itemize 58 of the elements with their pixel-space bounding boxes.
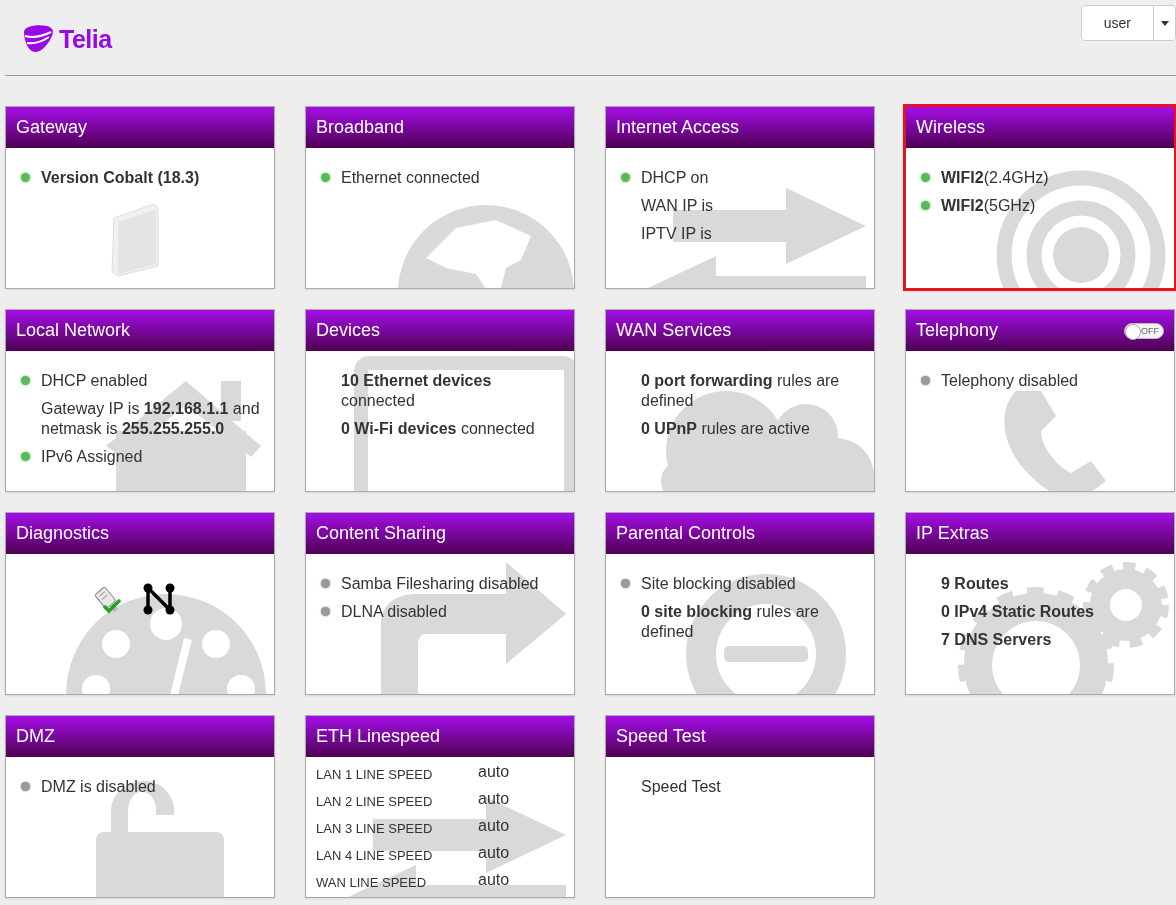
network-icon[interactable] [142, 582, 176, 616]
status-text: Site blocking disabled [640, 574, 796, 594]
card-title[interactable]: Devices [316, 320, 381, 341]
speed-value: auto [478, 790, 511, 809]
speed-label: LAN 3 LINE SPEED [316, 820, 434, 838]
status-text: WIFI2(2.4GHz) [940, 168, 1049, 188]
speed-label: LAN 2 LINE SPEED [316, 793, 434, 811]
card-title[interactable]: ETH Linespeed [316, 726, 441, 747]
card-title[interactable]: Speed Test [616, 726, 706, 747]
status-text: Speed Test [640, 777, 721, 797]
card-title[interactable]: WAN Services [616, 320, 732, 341]
status-text: Version Cobalt (18.3) [40, 168, 200, 188]
status-text: DHCP enabled [40, 371, 148, 391]
status-text: 0 UPnP rules are active [640, 419, 810, 439]
status-text: IPv6 Assigned [40, 447, 143, 467]
status-text: 10 Ethernet devices connected [340, 371, 493, 411]
status-text: WIFI2(5GHz) [940, 196, 1036, 216]
speed-value: auto [478, 817, 511, 836]
speed-label: LAN 1 LINE SPEED [316, 766, 434, 784]
logo-text: Telia [59, 24, 112, 54]
card-title[interactable]: Internet Access [616, 117, 740, 138]
card-title[interactable]: IP Extras [916, 523, 989, 544]
status-text: 0 site blocking rules are defined [640, 602, 820, 642]
speed-label: WAN LINE SPEED [316, 874, 428, 892]
card-title[interactable]: Parental Controls [616, 523, 756, 544]
status-text: DHCP on [640, 168, 709, 188]
caret-icon [1160, 20, 1169, 26]
status-text: 0 port forwarding rules are defined [640, 371, 841, 411]
toggle-switch[interactable]: OFF [1124, 322, 1164, 339]
padlock-icon [96, 781, 224, 897]
speed-value: auto [478, 844, 511, 863]
logo-icon [21, 24, 55, 54]
status-text: IPTV IP is [640, 224, 712, 244]
status-text: 0 Wi-Fi devices connected [340, 419, 535, 439]
card-title[interactable]: Content Sharing [316, 523, 447, 544]
status-text: Gateway IP is 192.168.1.1 and netmask is 255.255.255.0 [40, 399, 261, 439]
status-text: DMZ is disabled [40, 777, 156, 797]
card-title[interactable]: Broadband [316, 117, 405, 138]
status-text: Ethernet connected [340, 168, 480, 188]
status-text: 0 IPv4 Static Routes [940, 602, 1094, 622]
status-text: Telephony disabled [940, 371, 1078, 391]
phone-icon [1004, 391, 1106, 491]
card-title[interactable]: Gateway [16, 117, 88, 138]
card-title[interactable]: Local Network [16, 320, 131, 341]
status-text: WAN IP is [640, 196, 713, 216]
card-title[interactable]: Diagnostics [16, 523, 110, 544]
dropdown-toggle[interactable] [1153, 6, 1175, 40]
status-text: 9 Routes [940, 574, 1009, 594]
status-text: Samba Filesharing disabled [340, 574, 539, 594]
router-icon [111, 203, 159, 277]
card-title[interactable]: Telephony [916, 320, 999, 341]
speed-value: auto [478, 763, 511, 782]
speed-value: auto [478, 871, 511, 890]
card-title[interactable]: DMZ [16, 726, 55, 747]
card-title[interactable]: Wireless [916, 117, 985, 138]
status-text: 7 DNS Servers [940, 630, 1052, 650]
status-text: DLNA disabled [340, 602, 447, 622]
speed-label: LAN 4 LINE SPEED [316, 847, 434, 865]
